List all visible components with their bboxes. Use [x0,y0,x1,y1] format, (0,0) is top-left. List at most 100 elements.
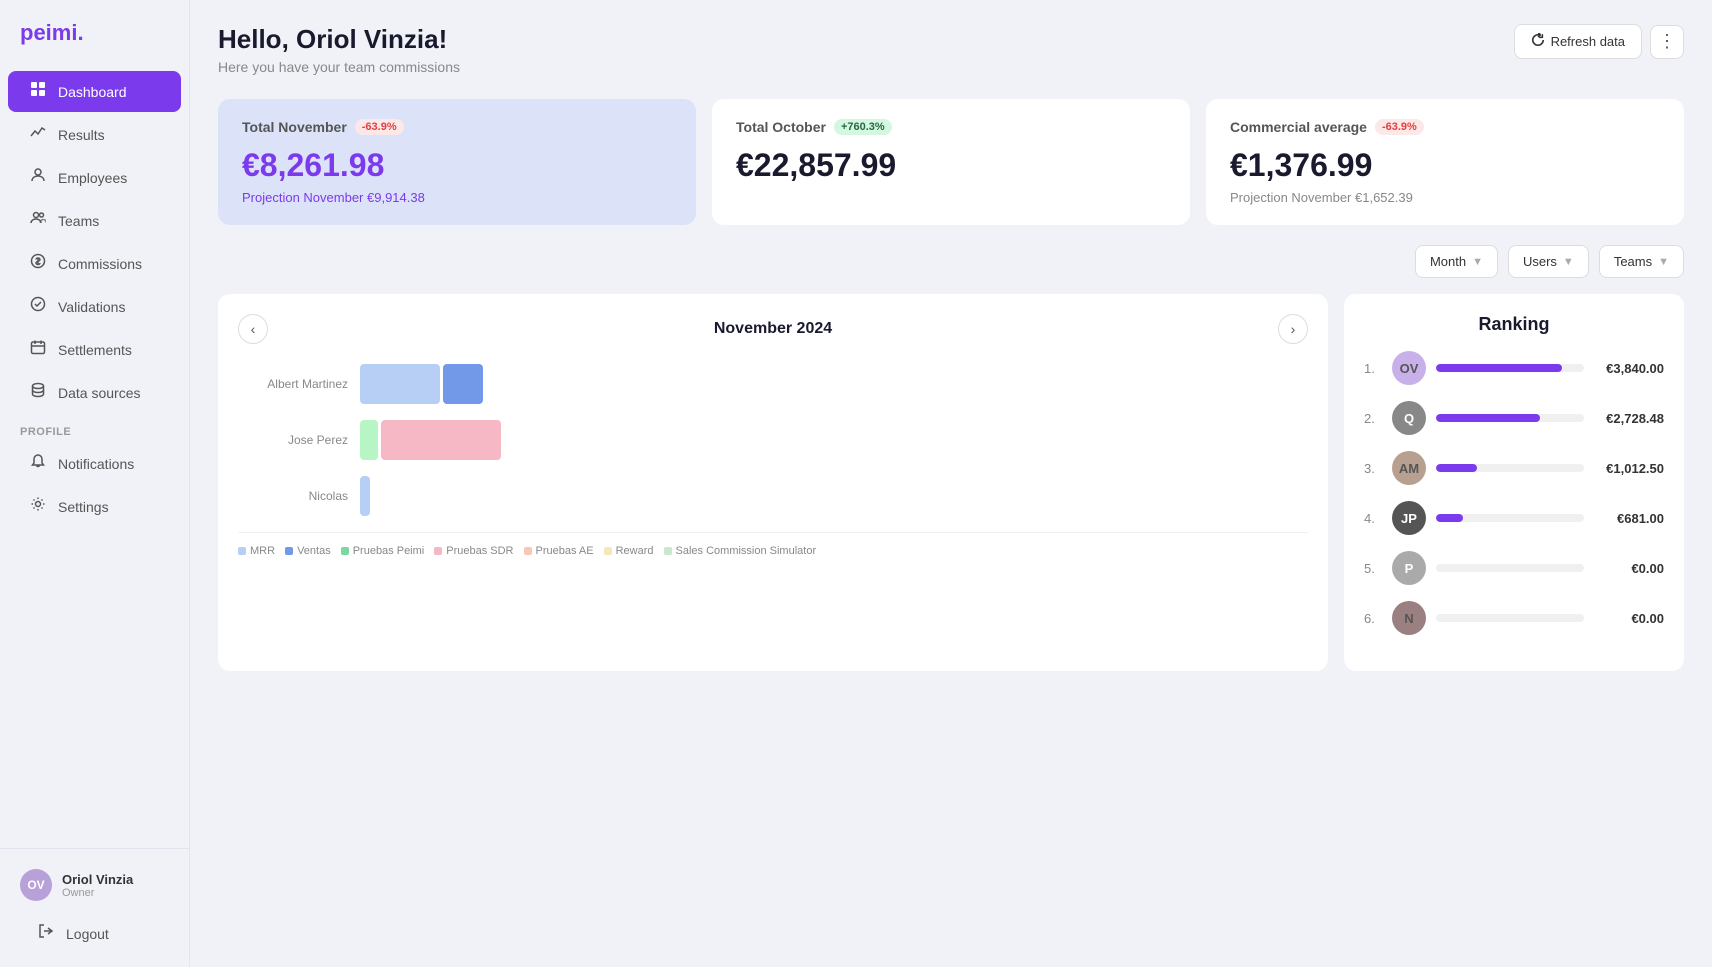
sidebar-item-label: Dashboard [58,84,127,100]
app-logo: peimi. [0,0,189,70]
chart-prev-button[interactable]: ‹ [238,314,268,344]
sidebar-item-label: Commissions [58,256,142,272]
sidebar-item-settlements[interactable]: Settlements [8,329,181,370]
month-filter-label: Month [1430,254,1466,269]
sidebar-item-commissions[interactable]: Commissions [8,243,181,284]
stat-label: Commercial average [1230,119,1367,135]
bar-label: Albert Martinez [238,377,348,391]
ranking-item: 2. Q €2,728.48 [1364,401,1664,435]
filters-row: Month ▼ Users ▼ Teams ▼ [218,245,1684,278]
database-icon [28,382,48,403]
rank-bar [1436,364,1584,372]
ranking-item: 6. N €0.00 [1364,601,1664,635]
sidebar-item-validations[interactable]: Validations [8,286,181,327]
sidebar-item-settings[interactable]: Settings [8,486,181,527]
users-filter-label: Users [1523,254,1557,269]
ranking-card: Ranking 1. OV €3,840.00 2. Q €2,728.48 [1344,294,1684,671]
chevron-down-icon: ▼ [1563,256,1574,268]
rank-bar [1436,414,1584,422]
stat-badge: +760.3% [834,119,892,135]
bar-segment [360,476,370,516]
stat-label: Total October [736,119,826,135]
rank-number: 6. [1364,611,1382,626]
refresh-label: Refresh data [1551,34,1625,49]
stat-card-october: Total October +760.3% €22,857.99 [712,99,1190,225]
sidebar-item-data-sources[interactable]: Data sources [8,372,181,413]
month-filter[interactable]: Month ▼ [1415,245,1498,278]
chart-next-button[interactable]: › [1278,314,1308,344]
logout-icon [36,923,56,944]
legend-item: Ventas [285,545,331,557]
rank-value: €1,012.50 [1594,461,1664,476]
legend-label: MRR [250,545,275,557]
legend-dot [524,547,532,555]
legend-dot [604,547,612,555]
header-actions: Refresh data ⋮ [1514,24,1684,59]
chart-title: November 2024 [714,320,832,338]
ranking-title: Ranking [1364,314,1664,335]
logout-button[interactable]: Logout [16,913,173,954]
people-icon [28,210,48,231]
legend-item: Pruebas Peimi [341,545,425,557]
rank-number: 4. [1364,511,1382,526]
ranking-item: 1. OV €3,840.00 [1364,351,1664,385]
chart-row: Nicolas [238,476,1308,516]
sidebar-item-results[interactable]: Results [8,114,181,155]
rank-bar [1436,464,1584,472]
rank-value: €0.00 [1594,561,1664,576]
rank-value: €0.00 [1594,611,1664,626]
page-subtitle: Here you have your team commissions [218,59,460,75]
refresh-icon [1531,33,1545,50]
rank-value: €681.00 [1594,511,1664,526]
stat-value: €1,376.99 [1230,147,1660,184]
sidebar-item-label: Settings [58,499,109,515]
avatar: JP [1392,501,1426,535]
sidebar-item-teams[interactable]: Teams [8,200,181,241]
sidebar-item-dashboard[interactable]: Dashboard [8,71,181,112]
avatar: AM [1392,451,1426,485]
more-options-button[interactable]: ⋮ [1650,25,1684,59]
chevron-down-icon: ▼ [1658,256,1669,268]
sidebar-item-employees[interactable]: Employees [8,157,181,198]
avatar: OV [1392,351,1426,385]
legend-item: Reward [604,545,654,557]
dollar-circle-icon [28,253,48,274]
more-icon: ⋮ [1658,31,1676,52]
legend-label: Pruebas SDR [446,545,513,557]
page-title: Hello, Oriol Vinzia! [218,24,460,55]
gear-icon [28,496,48,517]
check-circle-icon [28,296,48,317]
grid-icon [28,81,48,102]
profile-section-label: PROFILE [0,414,189,442]
teams-filter[interactable]: Teams ▼ [1599,245,1684,278]
sidebar-item-notifications[interactable]: Notifications [8,443,181,484]
rank-bar [1436,514,1584,522]
chart-legend: MRR Ventas Pruebas Peimi Pruebas SDR Pru… [238,532,1308,557]
stat-card-average: Commercial average -63.9% €1,376.99 Proj… [1206,99,1684,225]
stat-projection: Projection November €9,914.38 [242,190,672,205]
bell-icon [28,453,48,474]
sidebar-item-label: Settlements [58,342,132,358]
legend-dot [664,547,672,555]
users-filter[interactable]: Users ▼ [1508,245,1589,278]
ranking-item: 5. P €0.00 [1364,551,1664,585]
avatar: OV [20,869,52,901]
bottom-section: ‹ November 2024 › Albert Martinez Jose P… [218,294,1684,671]
teams-filter-label: Teams [1614,254,1652,269]
rank-value: €3,840.00 [1594,361,1664,376]
stat-card-november: Total November -63.9% €8,261.98 Projecti… [218,99,696,225]
bar-segment [381,420,501,460]
ranking-item: 3. AM €1,012.50 [1364,451,1664,485]
sidebar: peimi. Dashboard Results [0,0,190,967]
bar-container [360,420,1308,460]
avatar: P [1392,551,1426,585]
sidebar-item-label: Notifications [58,456,134,472]
rank-bar [1436,614,1584,622]
refresh-button[interactable]: Refresh data [1514,24,1642,59]
legend-label: Reward [616,545,654,557]
legend-dot [341,547,349,555]
rank-number: 5. [1364,561,1382,576]
sidebar-item-label: Results [58,127,105,143]
sidebar-item-label: Validations [58,299,125,315]
legend-dot [434,547,442,555]
